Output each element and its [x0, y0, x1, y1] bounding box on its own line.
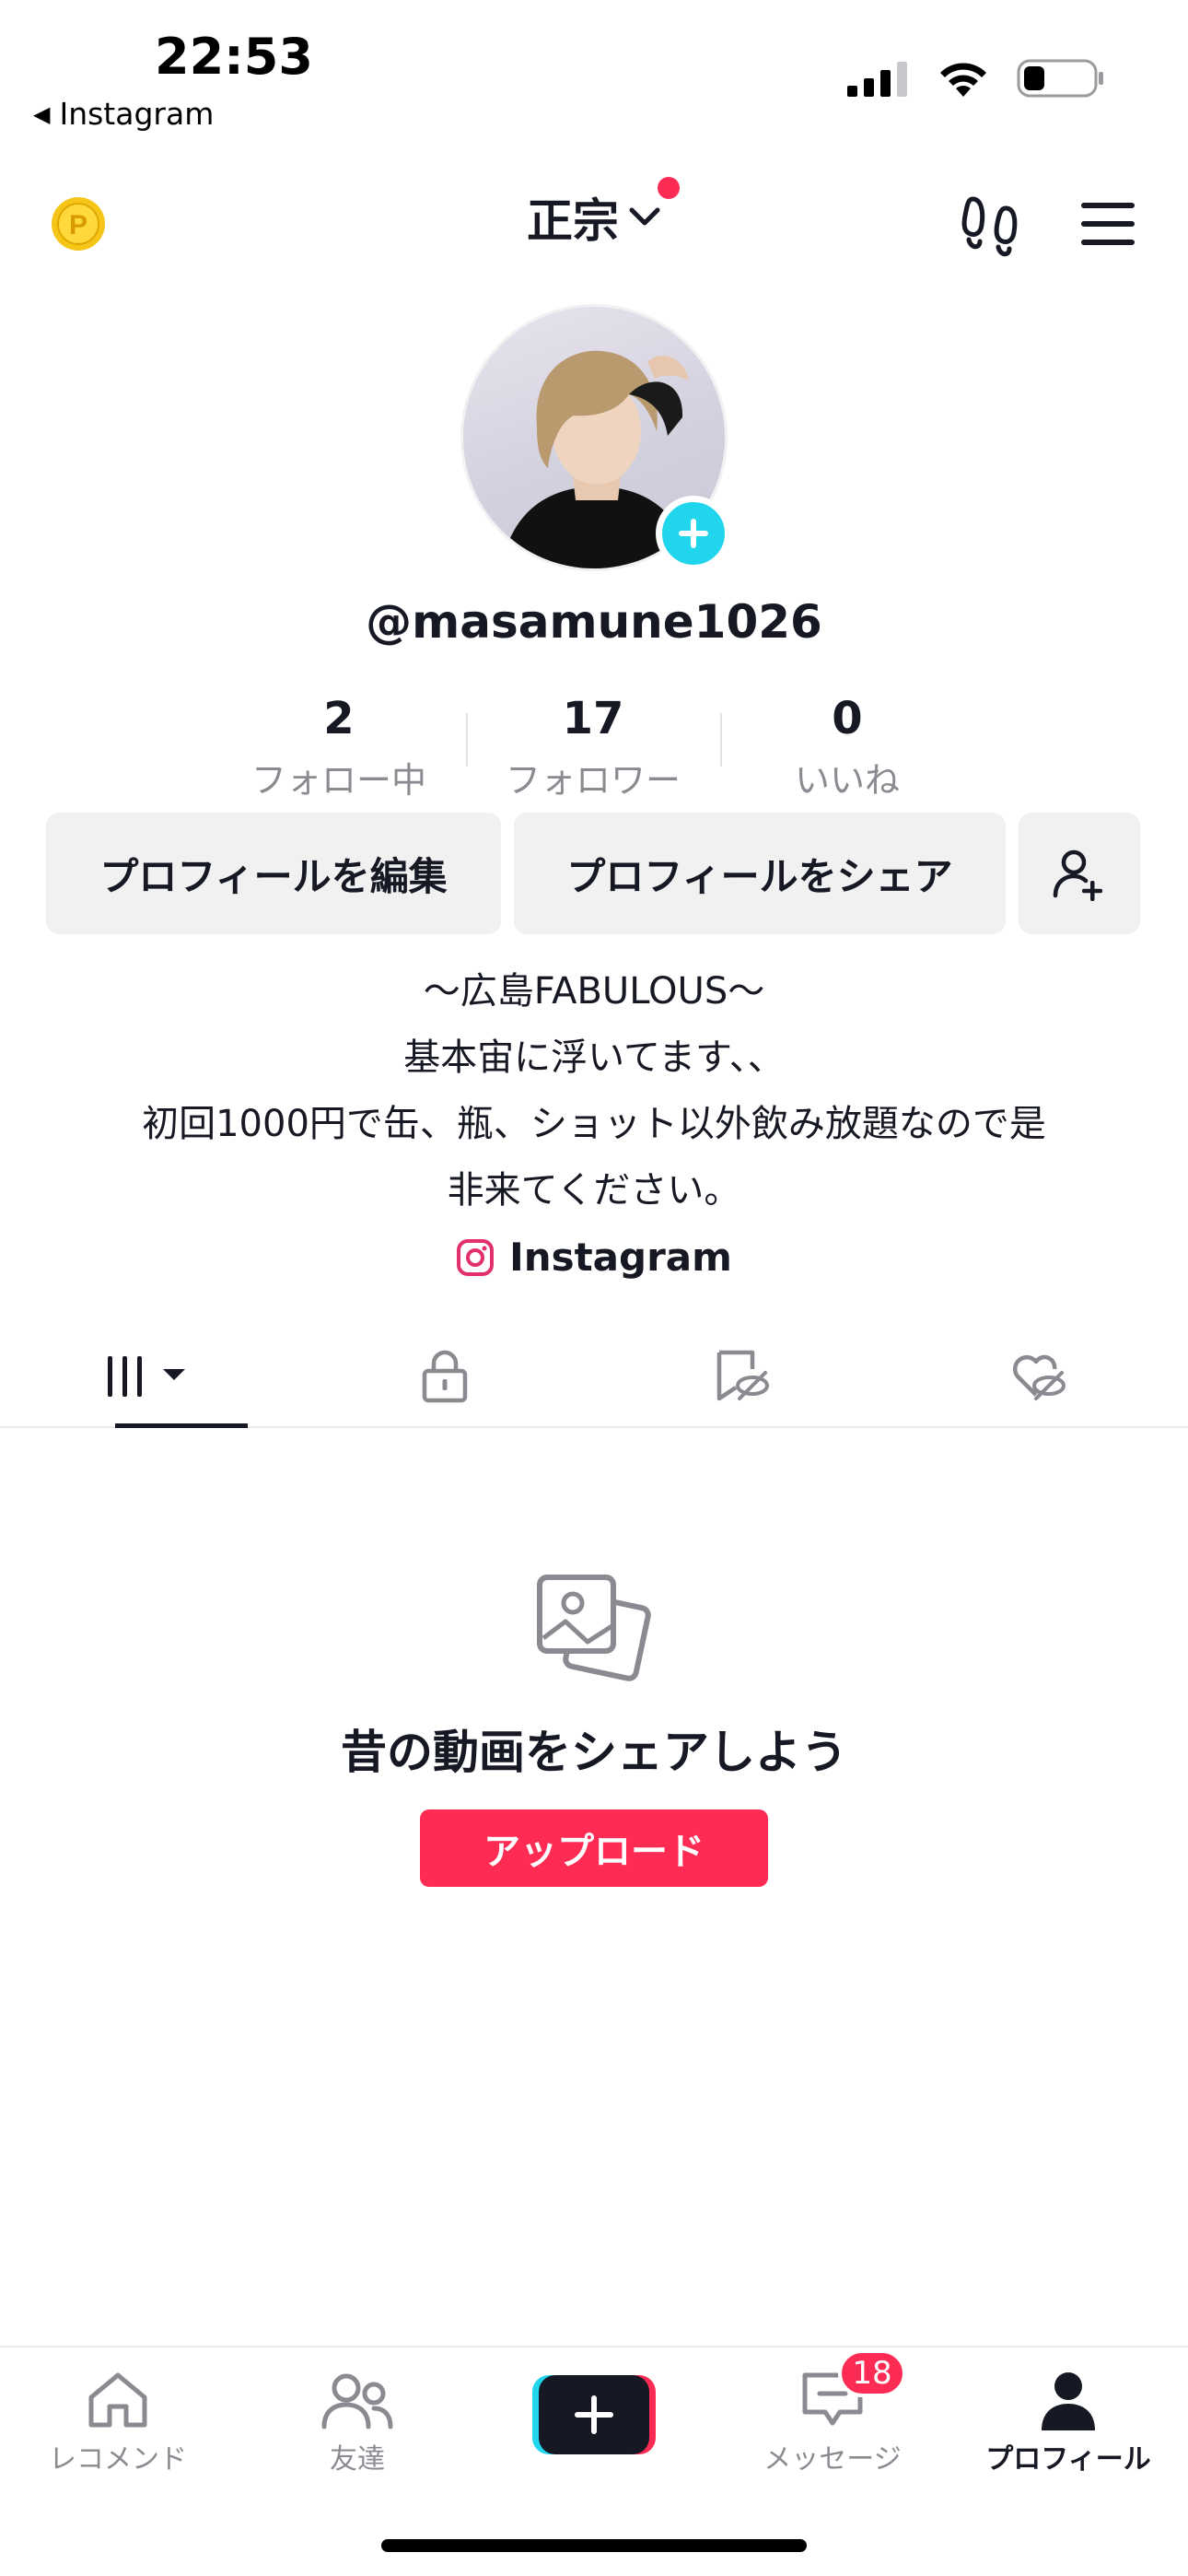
battery-icon	[1017, 59, 1103, 98]
wifi-icon	[940, 63, 986, 97]
stat-following[interactable]: 2 フォロー中	[212, 693, 466, 802]
nav-home-label: レコメンド	[49, 2443, 187, 2476]
bio-line: 〜広島FABULOUS〜	[423, 970, 765, 1013]
cellular-signal-icon	[847, 62, 907, 97]
nav-inbox-label: メッセージ	[763, 2443, 902, 2476]
empty-state-title: 昔の動画をシェアしよう	[341, 1726, 847, 1779]
friends-icon	[321, 2373, 393, 2430]
lock-icon	[422, 1350, 468, 1403]
bio-line: 初回1000円で缶、瓶、ショット以外飲み放題なので是	[142, 1103, 1046, 1145]
share-profile-button[interactable]: プロフィールをシェア	[514, 813, 1006, 934]
bookmark-hidden-icon	[716, 1350, 769, 1401]
active-tab-indicator	[115, 1423, 248, 1428]
nav-friends-label: 友達	[330, 2443, 385, 2476]
instagram-link[interactable]: Instagram	[0, 1235, 1188, 1286]
upload-button[interactable]: アップロード	[420, 1809, 768, 1887]
profile-stats: 2 フォロー中 17 フォロワー 0 いいね	[212, 693, 976, 802]
nav-friends[interactable]: 友達	[265, 2370, 449, 2476]
stat-likes-value: 0	[832, 693, 863, 744]
menu-icon[interactable]	[1079, 201, 1136, 247]
home-icon	[88, 2372, 147, 2428]
tab-private[interactable]	[297, 1327, 593, 1426]
stat-following-value: 2	[323, 693, 355, 744]
profile-actions: プロフィールを編集 プロフィールをシェア	[46, 813, 1140, 934]
add-avatar-button[interactable]	[656, 496, 731, 571]
heart-hidden-icon	[1012, 1354, 1066, 1400]
content-tabs	[0, 1327, 1188, 1428]
stat-followers-label: フォロワー	[505, 760, 681, 801]
instagram-icon	[457, 1238, 495, 1276]
footprint-icon[interactable]	[958, 192, 1024, 258]
bio-line: 基本宙に浮いてます、、	[403, 1036, 785, 1079]
chevron-down-icon	[629, 207, 660, 226]
profile-handle: @masamune1026	[366, 595, 822, 649]
nav-profile-label: プロフィール	[985, 2443, 1151, 2476]
inbox-badge: 18	[838, 2349, 906, 2397]
stat-followers-value: 17	[562, 693, 624, 744]
bio-line: 非来てください。	[447, 1169, 741, 1212]
edit-profile-button[interactable]: プロフィールを編集	[46, 813, 501, 934]
tab-videos[interactable]	[0, 1327, 297, 1428]
notification-dot	[658, 177, 680, 199]
back-to-app-link[interactable]: ◀ Instagram	[33, 96, 214, 132]
instagram-label: Instagram	[509, 1235, 732, 1280]
create-icon[interactable]	[532, 2375, 656, 2454]
tab-favorites[interactable]	[593, 1327, 890, 1426]
stat-following-label: フォロー中	[250, 760, 426, 801]
plus-icon	[679, 519, 708, 548]
status-icons	[847, 57, 1105, 100]
nav-profile[interactable]: プロフィール	[976, 2370, 1160, 2476]
stat-divider	[720, 713, 722, 767]
status-time: 22:53	[155, 28, 313, 86]
back-app-label: Instagram	[59, 96, 215, 132]
stat-likes[interactable]: 0 いいね	[720, 693, 974, 802]
stat-followers[interactable]: 17 フォロワー	[466, 693, 720, 802]
display-name: 正宗	[527, 194, 619, 248]
home-indicator	[381, 2539, 807, 2552]
profile-icon	[1042, 2372, 1095, 2430]
profile-bio: 〜広島FABULOUS〜 基本宙に浮いてます、、 初回1000円で缶、瓶、ショッ…	[55, 958, 1133, 1224]
grid-icon	[108, 1356, 185, 1397]
photos-icon	[537, 1575, 651, 1681]
back-triangle-icon: ◀	[33, 100, 51, 127]
add-friend-button[interactable]	[1019, 813, 1140, 934]
add-user-icon	[1053, 849, 1102, 901]
stat-likes-label: いいね	[794, 760, 900, 801]
tab-liked[interactable]	[890, 1327, 1186, 1426]
nav-home[interactable]: レコメンド	[26, 2370, 210, 2476]
stat-divider	[466, 713, 468, 767]
